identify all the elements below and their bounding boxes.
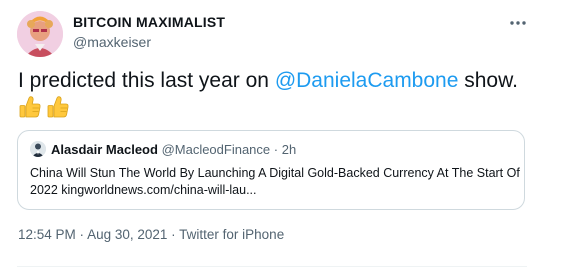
profile-avatar-icon[interactable] xyxy=(17,11,63,57)
meta-separator: · xyxy=(75,227,88,242)
quoted-separator: · xyxy=(270,142,282,157)
tweet-card: BITCOIN MAXIMALIST @maxkeiser I predicte… xyxy=(0,0,567,271)
thumbs-up-icon xyxy=(18,95,42,119)
tweet-source[interactable]: Twitter for iPhone xyxy=(179,227,284,242)
author-handle[interactable]: @maxkeiser xyxy=(73,34,151,50)
mention-link[interactable]: @DanielaCambone xyxy=(275,69,459,92)
quoted-tweet-text: China Will Stun The World By Launching A… xyxy=(30,166,520,197)
quoted-tweet[interactable]: Alasdair Macleod @MacleodFinance · 2h Ch… xyxy=(17,130,525,210)
more-options-icon[interactable] xyxy=(505,12,531,34)
meta-separator: · xyxy=(167,227,180,242)
quoted-author-handle[interactable]: @MacleodFinance xyxy=(162,142,271,157)
tweet-metadata: 12:54 PM · Aug 30, 2021 · Twitter for iP… xyxy=(18,227,284,242)
emoji-group xyxy=(18,95,70,119)
tweet-text: I predicted this last year on @DanielaCa… xyxy=(18,68,538,94)
tweet-time[interactable]: 12:54 PM xyxy=(18,227,76,242)
thumbs-up-icon xyxy=(46,95,70,119)
quoted-header: Alasdair Macleod @MacleodFinance · 2h xyxy=(51,142,296,157)
quoted-author-avatar-icon[interactable] xyxy=(30,141,46,157)
quoted-timestamp[interactable]: 2h xyxy=(282,142,296,157)
tweet-text-after: show. xyxy=(458,69,518,92)
quoted-author-name[interactable]: Alasdair Macleod xyxy=(51,142,158,157)
author-display-name[interactable]: BITCOIN MAXIMALIST xyxy=(73,14,225,30)
tweet-date[interactable]: Aug 30, 2021 xyxy=(87,227,167,242)
tweet-text-before: I predicted this last year on xyxy=(18,69,275,92)
divider xyxy=(17,266,527,267)
